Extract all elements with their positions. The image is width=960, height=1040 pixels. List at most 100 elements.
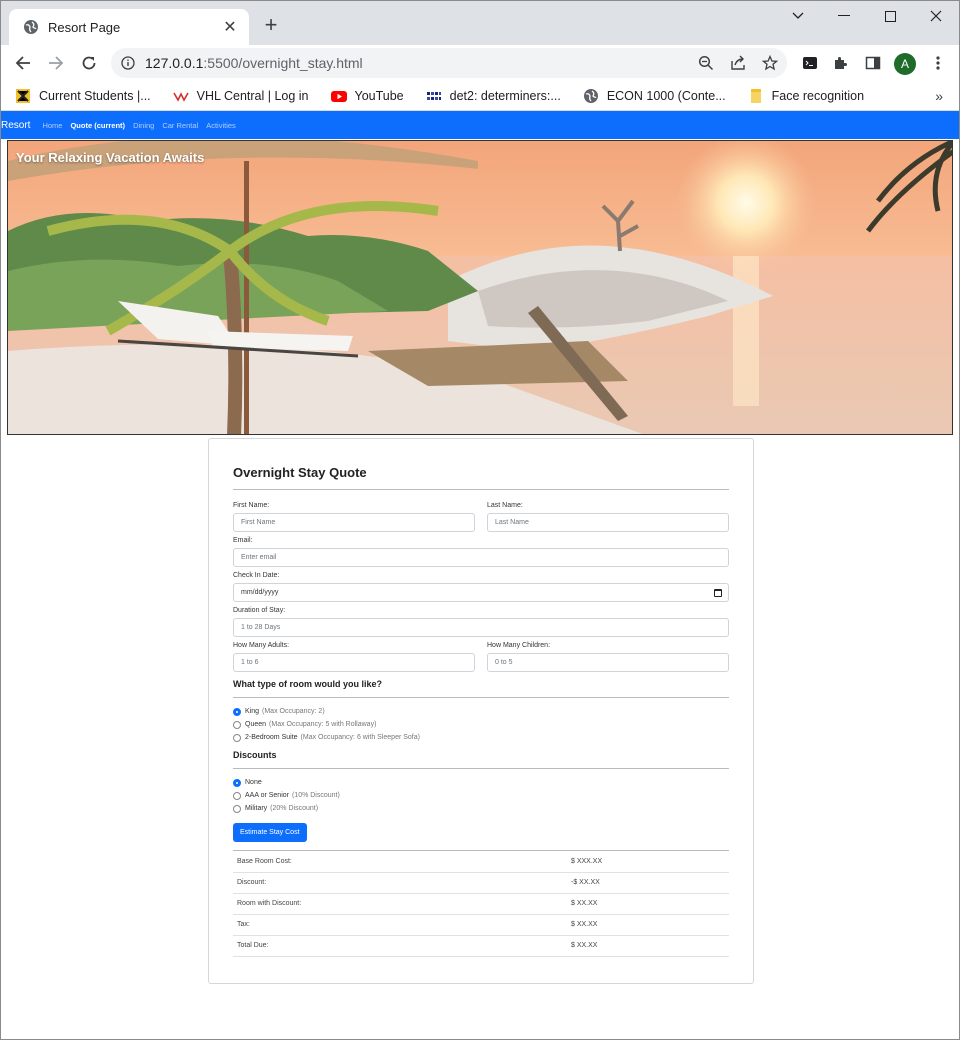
duration-input[interactable]: 1 to 28 Days	[233, 618, 729, 637]
discount-option-none[interactable]: None	[233, 776, 729, 789]
more-bookmarks-icon[interactable]: »	[935, 88, 943, 104]
bookmark-item[interactable]: det2: determiners:...	[426, 88, 561, 104]
estimate-cost-button[interactable]: Estimate Stay Cost	[233, 823, 307, 842]
discount-option-note: (20% Discount)	[270, 805, 319, 812]
browser-tab[interactable]: Resort Page ✕	[9, 9, 249, 45]
tab-title: Resort Page	[48, 19, 121, 35]
last-name-label: Last Name:	[487, 502, 523, 509]
menu-kebab-icon[interactable]	[928, 53, 948, 73]
maximize-icon[interactable]	[867, 1, 913, 31]
address-bar[interactable]: 127.0.0.1:5500/overnight_stay.html	[111, 48, 787, 78]
cost-label: Room with Discount:	[233, 893, 567, 915]
room-type-title: What type of room would you like?	[233, 679, 383, 689]
cost-value: $ XX.XX	[567, 914, 729, 936]
checkin-date-input[interactable]: mm/dd/yyyy	[233, 583, 729, 602]
bookmark-label: YouTube	[354, 88, 404, 103]
browser-toolbar: 127.0.0.1:5500/overnight_stay.html A	[1, 45, 959, 81]
cost-label: Discount:	[233, 872, 567, 894]
vhl-icon	[172, 88, 189, 104]
table-row: Room with Discount: $ XX.XX	[233, 893, 729, 915]
share-icon[interactable]	[730, 55, 746, 71]
cost-label: Base Room Cost:	[233, 851, 567, 873]
adults-input[interactable]: 1 to 6	[233, 653, 475, 672]
minimize-icon[interactable]	[821, 1, 867, 31]
divider	[233, 697, 729, 698]
room-option-label: Queen	[245, 721, 267, 728]
room-option-label: 2-Bedroom Suite	[245, 734, 298, 741]
nav-home[interactable]: Home	[42, 121, 62, 130]
discount-option-aaa[interactable]: AAA or Senior (10% Discount)	[233, 789, 729, 802]
bookmark-item[interactable]: Face recognition	[748, 88, 864, 104]
duration-label: Duration of Stay:	[233, 607, 286, 614]
cost-label: Tax:	[233, 914, 567, 936]
divider	[233, 489, 729, 490]
discounts-title: Discounts	[233, 750, 277, 760]
browser-window: Resort Page ✕ + 127.0.0.1:5500/overnight…	[0, 0, 960, 1040]
close-window-icon[interactable]	[913, 1, 959, 31]
bookmark-label: Current Students |...	[39, 88, 151, 103]
bookmark-star-icon[interactable]	[761, 54, 779, 71]
url-host: 127.0.0.1	[145, 55, 204, 71]
room-option-note: (Max Occupancy: 6 with Sleeper Sofa)	[300, 734, 420, 741]
bookmark-item[interactable]: YouTube	[330, 88, 404, 104]
bookmark-item[interactable]: VHL Central | Log in	[172, 88, 309, 104]
youtube-icon	[330, 88, 347, 104]
folder-icon	[748, 88, 764, 104]
room-option-note: (Max Occupancy: 2)	[262, 708, 325, 715]
info-icon[interactable]	[121, 56, 137, 70]
table-row: Tax: $ XX.XX	[233, 914, 729, 936]
room-option-queen[interactable]: Queen (Max Occupancy: 5 with Rollaway)	[233, 718, 729, 731]
radio-icon[interactable]	[233, 804, 241, 813]
form-title: Overnight Stay Quote	[233, 465, 367, 480]
radio-icon[interactable]	[233, 791, 241, 800]
calendar-icon[interactable]	[714, 589, 722, 597]
radio-selected-icon[interactable]	[233, 778, 241, 787]
nav-quote[interactable]: Quote (current)	[70, 121, 125, 130]
table-row: Base Room Cost: $ XXX.XX	[233, 851, 729, 873]
url-path: :5500/overnight_stay.html	[203, 55, 363, 71]
nav-car-rental[interactable]: Car Rental	[162, 121, 198, 130]
tab-strip: Resort Page ✕ +	[1, 1, 959, 45]
children-label: How Many Children:	[487, 642, 551, 649]
forward-arrow-icon[interactable]	[44, 51, 68, 75]
globe-icon	[583, 88, 599, 104]
zoom-icon[interactable]	[698, 55, 714, 71]
new-tab-icon[interactable]: +	[261, 13, 281, 37]
site-brand[interactable]: Resort	[1, 120, 30, 131]
discount-option-military[interactable]: Military (20% Discount)	[233, 802, 729, 815]
cost-table: Base Room Cost: $ XXX.XX Discount: -$ XX…	[233, 851, 729, 957]
radio-selected-icon[interactable]	[233, 707, 241, 716]
reload-icon[interactable]	[77, 51, 101, 75]
discount-option-label: Military	[245, 805, 268, 812]
bookmark-item[interactable]: Current Students |...	[15, 88, 151, 104]
checkin-label: Check In Date:	[233, 572, 280, 579]
bookmark-item[interactable]: ECON 1000 (Conte...	[583, 88, 726, 104]
room-option-label: King	[245, 708, 260, 715]
first-name-input[interactable]: First Name	[233, 513, 475, 532]
url-text: 127.0.0.1:5500/overnight_stay.html	[145, 55, 363, 71]
nav-activities[interactable]: Activities	[206, 121, 236, 130]
bookmark-label: ECON 1000 (Conte...	[606, 88, 726, 103]
school-icon	[15, 88, 31, 104]
close-tab-icon[interactable]: ✕	[221, 17, 239, 37]
hero-title: Your Relaxing Vacation Awaits	[16, 150, 205, 165]
side-panel-icon[interactable]	[863, 53, 883, 73]
checkin-placeholder: mm/dd/yyyy	[241, 589, 279, 596]
children-input[interactable]: 0 to 5	[487, 653, 729, 672]
radio-icon[interactable]	[233, 720, 241, 729]
radio-icon[interactable]	[233, 733, 241, 742]
email-input[interactable]: Enter email	[233, 548, 729, 567]
room-option-king[interactable]: King (Max Occupancy: 2)	[233, 705, 729, 718]
room-option-suite[interactable]: 2-Bedroom Suite (Max Occupancy: 6 with S…	[233, 731, 729, 744]
cost-value: $ XXX.XX	[567, 851, 729, 873]
cost-label: Total Due:	[233, 935, 567, 957]
cost-value: $ XX.XX	[567, 935, 729, 957]
chevron-down-icon[interactable]	[775, 1, 821, 31]
last-name-input[interactable]: Last Name	[487, 513, 729, 532]
profile-avatar[interactable]: A	[894, 53, 916, 75]
adults-label: How Many Adults:	[233, 642, 290, 649]
back-arrow-icon[interactable]	[11, 51, 35, 75]
extensions-puzzle-icon[interactable]	[831, 53, 851, 73]
nav-dining[interactable]: Dining	[133, 121, 154, 130]
terminal-extension-icon[interactable]	[800, 53, 820, 73]
